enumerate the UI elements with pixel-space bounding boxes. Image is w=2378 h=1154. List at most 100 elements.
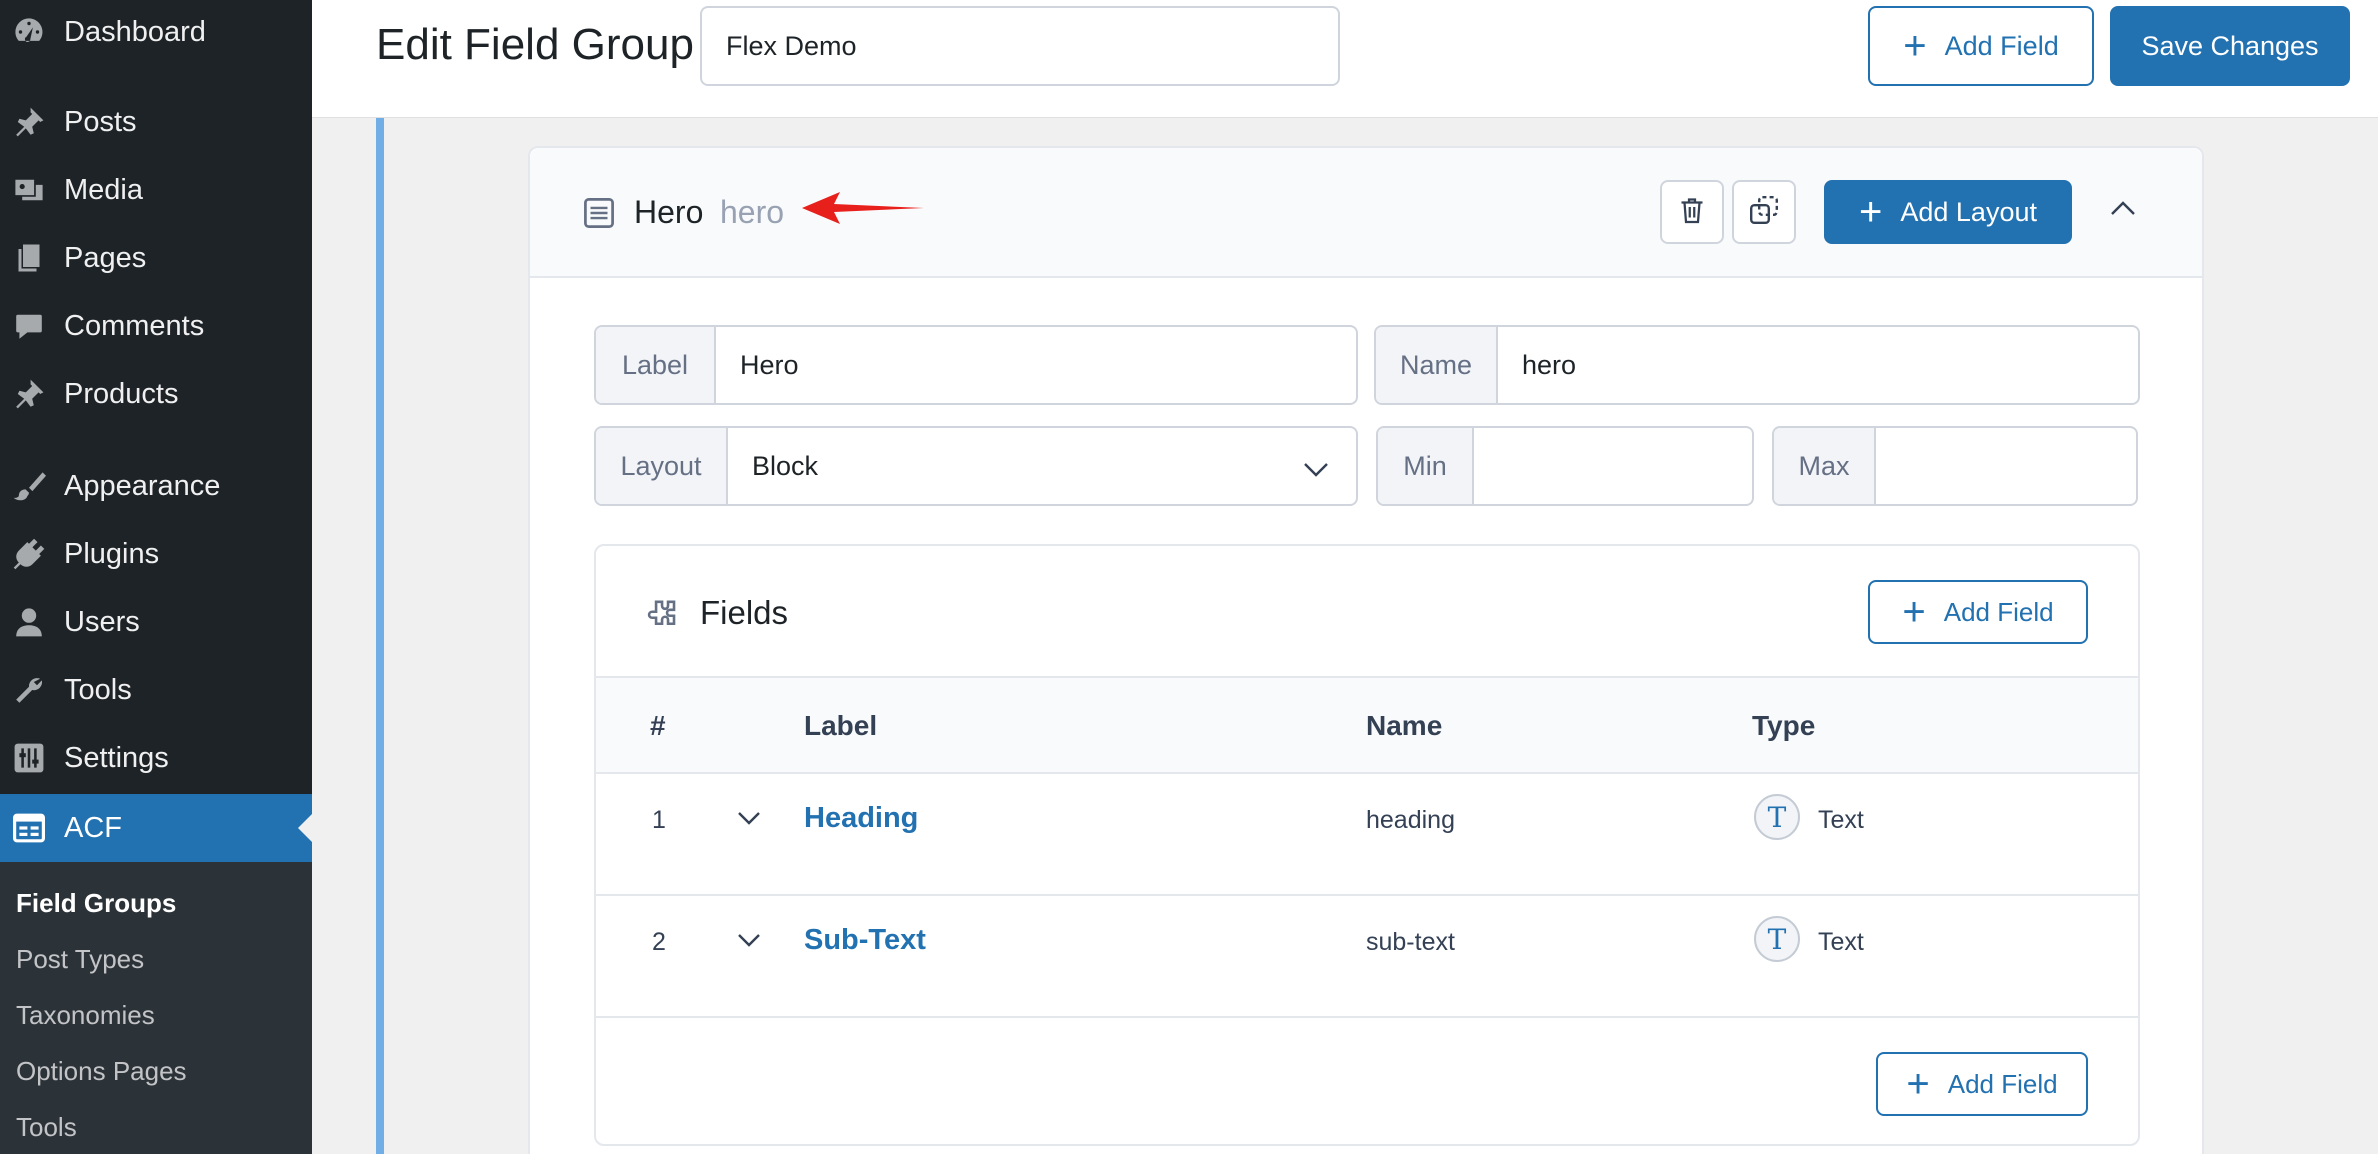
- menu-item-users[interactable]: Users: [0, 588, 312, 656]
- menu-label: Products: [64, 377, 179, 410]
- label-input[interactable]: Hero: [716, 327, 1356, 403]
- row-number: 1: [652, 806, 666, 834]
- table-row[interactable]: 2 Sub-Text sub-text T Text: [596, 896, 2138, 1018]
- layout-name-field[interactable]: Name hero: [1374, 325, 2140, 405]
- menu-item-acf[interactable]: ACF: [0, 794, 312, 862]
- layout-label-field[interactable]: Label Hero: [594, 325, 1358, 405]
- pin-icon: [10, 103, 48, 141]
- row-number: 2: [652, 928, 666, 956]
- label-prefix: Label: [596, 327, 716, 403]
- menu-label: Users: [64, 605, 140, 638]
- menu-item-posts[interactable]: Posts: [0, 88, 312, 156]
- field-label-link[interactable]: Sub-Text: [804, 924, 926, 957]
- comment-icon: [10, 307, 48, 345]
- footer-add-field-button[interactable]: + Add Field: [1876, 1052, 2088, 1116]
- plug-icon: [10, 535, 48, 573]
- layout-type-select[interactable]: Layout Block: [594, 426, 1358, 506]
- submenu-post-types[interactable]: Post Types: [16, 944, 144, 975]
- menu-item-settings[interactable]: Settings: [0, 724, 312, 792]
- text-type-icon: T: [1754, 794, 1800, 840]
- user-icon: [10, 603, 48, 641]
- text-type-icon: T: [1754, 916, 1800, 962]
- duplicate-icon: [1748, 194, 1780, 231]
- fields-table-header: # Label Name Type: [596, 676, 2138, 774]
- col-type: Type: [1752, 710, 1816, 741]
- puzzle-icon: [644, 594, 682, 637]
- field-label-link[interactable]: Heading: [804, 802, 918, 835]
- layout-label: Hero: [634, 194, 704, 230]
- menu-item-appearance[interactable]: Appearance: [0, 452, 312, 520]
- layout-list-icon: [582, 196, 616, 235]
- dashboard-icon: [10, 13, 48, 51]
- menu-label: Dashboard: [64, 15, 206, 48]
- menu-item-media[interactable]: Media: [0, 156, 312, 224]
- layout-selected: Block: [752, 450, 819, 481]
- acf-icon: [10, 809, 48, 847]
- menu-item-dashboard[interactable]: Dashboard: [0, 0, 312, 64]
- duplicate-layout-button[interactable]: [1732, 180, 1796, 244]
- fields-card: Fields + Add Field # Label Name Type 1 H…: [594, 544, 2140, 1146]
- delete-layout-button[interactable]: [1660, 180, 1724, 244]
- field-group-title-input[interactable]: Flex Demo: [700, 6, 1340, 86]
- col-label: Label: [804, 710, 878, 741]
- annotation-arrow-icon: [800, 188, 926, 233]
- media-icon: [10, 171, 48, 209]
- add-field-label: Add Field: [1947, 1068, 2058, 1099]
- header-add-field-button[interactable]: + Add Field: [1868, 6, 2094, 86]
- layout-min-field[interactable]: Min: [1376, 426, 1754, 506]
- wrench-icon: [10, 671, 48, 709]
- plus-icon: +: [1859, 190, 1883, 234]
- plus-icon: +: [1903, 24, 1927, 68]
- max-prefix: Max: [1774, 428, 1876, 504]
- acf-submenu: Field Groups Post Types Taxonomies Optio…: [0, 862, 312, 1154]
- chevron-down-icon[interactable]: [736, 808, 762, 833]
- menu-item-pages[interactable]: Pages: [0, 224, 312, 292]
- menu-label: Settings: [64, 741, 169, 774]
- pages-icon: [10, 239, 48, 277]
- menu-item-tools[interactable]: Tools: [0, 656, 312, 724]
- submenu-tools[interactable]: Tools: [16, 1112, 77, 1143]
- layout-slug: hero: [720, 194, 785, 230]
- menu-label: Media: [64, 173, 143, 206]
- save-changes-button[interactable]: Save Changes: [2110, 6, 2350, 86]
- layout-select-value[interactable]: Block: [728, 428, 1356, 504]
- menu-label: Posts: [64, 105, 137, 138]
- add-field-label: Add Field: [1943, 596, 2054, 627]
- add-field-label: Add Field: [1944, 30, 2059, 61]
- chevron-up-icon[interactable]: [2108, 196, 2138, 225]
- plus-icon: +: [1906, 1062, 1930, 1106]
- layout-prefix: Layout: [596, 428, 728, 504]
- name-input[interactable]: hero: [1498, 327, 2138, 403]
- field-type: Text: [1818, 806, 1864, 834]
- add-layout-label: Add Layout: [1900, 196, 2037, 227]
- max-input[interactable]: [1876, 428, 2136, 504]
- min-prefix: Min: [1378, 428, 1474, 504]
- field-type: Text: [1818, 928, 1864, 956]
- menu-item-comments[interactable]: Comments: [0, 292, 312, 360]
- col-name: Name: [1366, 710, 1443, 741]
- chevron-down-icon[interactable]: [736, 930, 762, 955]
- add-layout-button[interactable]: + Add Layout: [1824, 180, 2072, 244]
- page-title: Edit Field Group: [376, 20, 694, 69]
- fields-title: Fields: [700, 594, 789, 631]
- menu-label: Plugins: [64, 537, 160, 570]
- menu-item-plugins[interactable]: Plugins: [0, 520, 312, 588]
- menu-item-products[interactable]: Products: [0, 360, 312, 428]
- field-name: sub-text: [1366, 928, 1455, 956]
- submenu-field-groups[interactable]: Field Groups: [16, 888, 176, 919]
- fields-add-field-button[interactable]: + Add Field: [1868, 580, 2088, 644]
- min-input[interactable]: [1474, 428, 1752, 504]
- layout-max-field[interactable]: Max: [1772, 426, 2138, 506]
- menu-label: ACF: [64, 811, 122, 844]
- field-name: heading: [1366, 806, 1455, 834]
- brush-icon: [10, 467, 48, 505]
- pin-icon: [10, 375, 48, 413]
- table-row[interactable]: 1 Heading heading T Text: [596, 774, 2138, 896]
- chevron-down-icon: [1302, 456, 1330, 487]
- layout-header[interactable]: Hero hero + Add Layout: [530, 148, 2202, 278]
- submenu-options-pages[interactable]: Options Pages: [16, 1056, 187, 1087]
- name-prefix: Name: [1376, 327, 1498, 403]
- sliders-icon: [10, 739, 48, 777]
- submenu-taxonomies[interactable]: Taxonomies: [16, 1000, 155, 1031]
- admin-sidebar: Dashboard Posts Media Pages Comments Pro…: [0, 0, 312, 1154]
